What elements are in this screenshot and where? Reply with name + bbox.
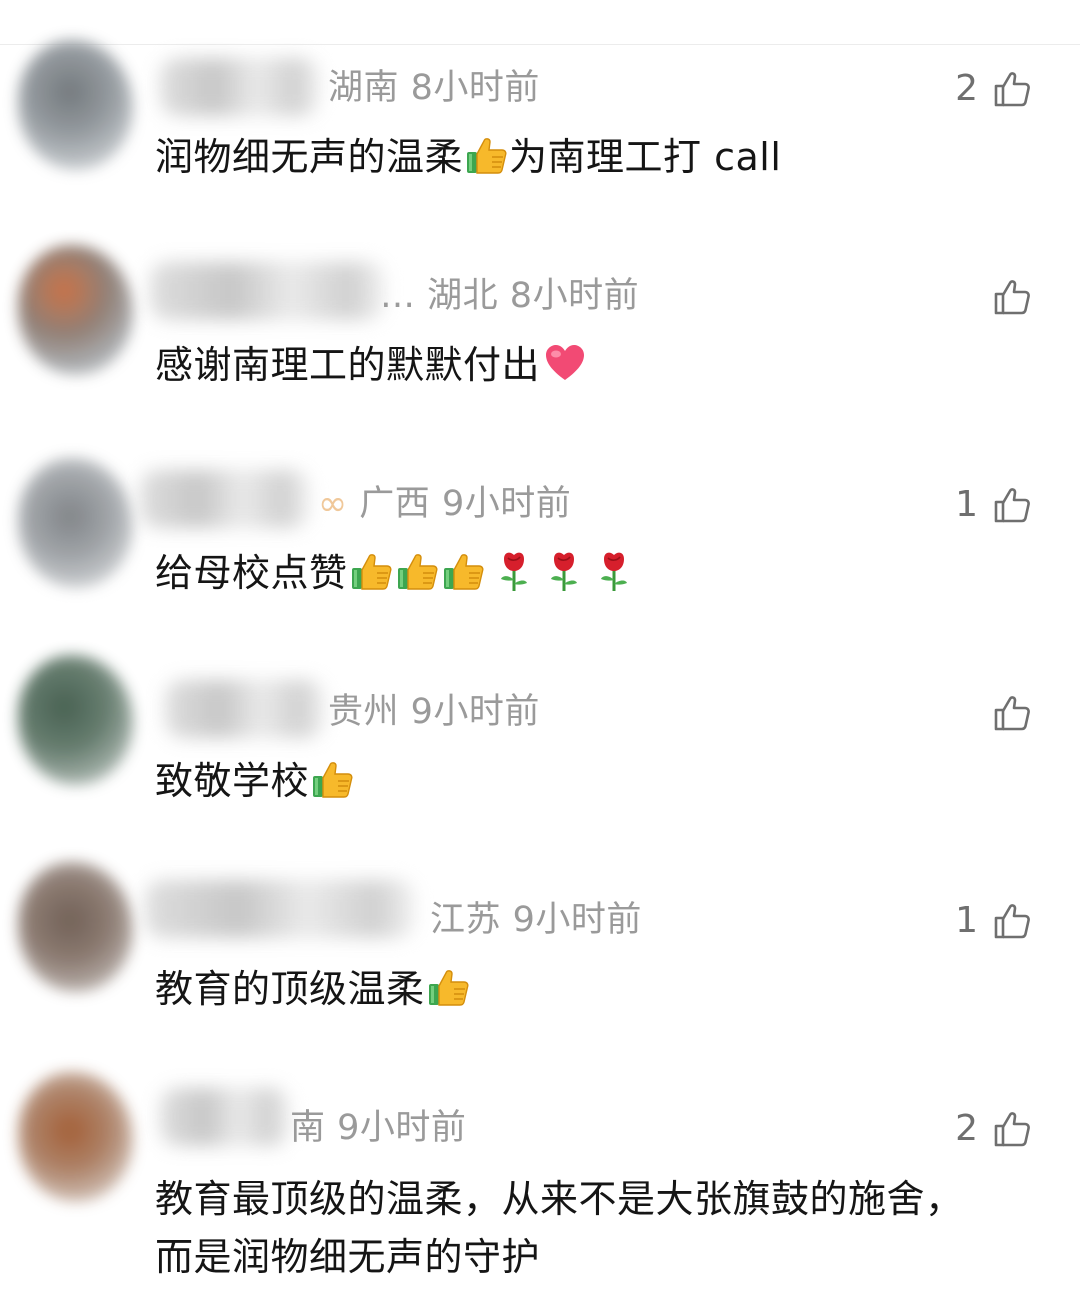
username-blurred[interactable] [145, 880, 415, 938]
comment-text-part: 润物细无声的温柔 [155, 135, 464, 179]
like-button[interactable] [978, 274, 1032, 320]
comment-text-part: 致敬学校 [155, 759, 310, 803]
thumbs-up-icon [992, 693, 1032, 733]
comment-text-line: 教育最顶级的温柔，从来不是大张旗鼓的施舍， [155, 1177, 964, 1221]
like-count: 1 [955, 484, 978, 525]
thumbs-up-icon [992, 1109, 1032, 1149]
comment-meta: ∞ 广西 9小时前 [318, 482, 571, 526]
time-label: 9小时前 [337, 1108, 467, 1148]
like-button[interactable]: 2 [955, 66, 1032, 112]
avatar[interactable] [18, 40, 133, 170]
thumbs-up-icon [992, 901, 1032, 941]
thumbs-up-emoji [427, 965, 471, 1009]
comment-text-part: 感谢南理工的默默付出 [155, 343, 541, 387]
like-button[interactable]: 1 [955, 898, 1032, 944]
like-button[interactable]: 2 [955, 1106, 1032, 1152]
thumbs-up-emoji [396, 549, 440, 593]
avatar[interactable] [18, 862, 133, 992]
comment-meta: 湖南 8小时前 [328, 66, 540, 110]
username-blurred[interactable] [160, 58, 320, 116]
comment-text-line: 而是润物细无声的守护 [155, 1235, 541, 1279]
comment-meta: 贵州 9小时前 [328, 690, 540, 734]
avatar[interactable] [18, 245, 133, 375]
location-label: 湖北 [427, 276, 499, 316]
like-count: 2 [955, 68, 978, 109]
comment-text-part: 为南理工打 call [509, 135, 782, 179]
thumbs-up-emoji [465, 133, 509, 177]
comment-meta: … 湖北 8小时前 [380, 274, 639, 318]
time-label: 8小时前 [509, 276, 640, 316]
time-label: 9小时前 [410, 692, 540, 732]
comment-meta: 南 9小时前 [290, 1106, 466, 1150]
like-button[interactable]: 1 [955, 482, 1032, 528]
comment-text-part: 教育的顶级温柔 [155, 967, 425, 1011]
username-blurred[interactable] [160, 1088, 290, 1146]
like-button[interactable] [978, 690, 1032, 736]
thumbs-up-emoji [311, 757, 355, 801]
time-label: 9小时前 [512, 900, 642, 940]
avatar[interactable] [18, 458, 133, 588]
thumbs-up-emoji [350, 549, 394, 593]
avatar[interactable] [18, 655, 133, 785]
thumbs-up-emoji [442, 549, 486, 593]
comment-text-part: 给母校点赞 [155, 551, 348, 595]
thumbs-up-icon [992, 485, 1032, 525]
rose-emoji [592, 549, 636, 593]
decor-icon: ∞ [318, 484, 348, 524]
rose-emoji [492, 549, 536, 593]
username-tail: … [380, 276, 416, 316]
like-count: 1 [955, 900, 978, 941]
location-label: 南 [290, 1108, 326, 1148]
username-blurred[interactable] [165, 680, 325, 738]
comment-text: 致敬学校 [155, 754, 1035, 808]
location-label: 湖南 [328, 68, 400, 108]
location-label: 江苏 [430, 900, 502, 940]
like-count: 2 [955, 1108, 978, 1149]
thumbs-up-icon [992, 277, 1032, 317]
username-blurred[interactable] [150, 262, 385, 320]
username-blurred[interactable] [140, 470, 310, 528]
comment-text: 给母校点赞 [155, 546, 1035, 600]
heart-emoji [542, 341, 588, 385]
comment-meta: 江苏 9小时前 [430, 898, 642, 942]
thumbs-up-icon [992, 69, 1032, 109]
comment-text: 感谢南理工的默默付出 [155, 338, 1035, 392]
avatar[interactable] [18, 1072, 133, 1202]
comment-text: 润物细无声的温柔 为南理工打 call [155, 130, 1035, 184]
time-label: 9小时前 [441, 484, 572, 524]
time-label: 8小时前 [410, 68, 540, 108]
top-divider [0, 0, 1080, 45]
location-label: 广西 [359, 484, 431, 524]
location-label: 贵州 [328, 692, 400, 732]
comment-text: 教育最顶级的温柔，从来不是大张旗鼓的施舍， 而是润物细无声的守护 [155, 1170, 1035, 1286]
rose-emoji [542, 549, 586, 593]
comment-text: 教育的顶级温柔 [155, 962, 1035, 1016]
